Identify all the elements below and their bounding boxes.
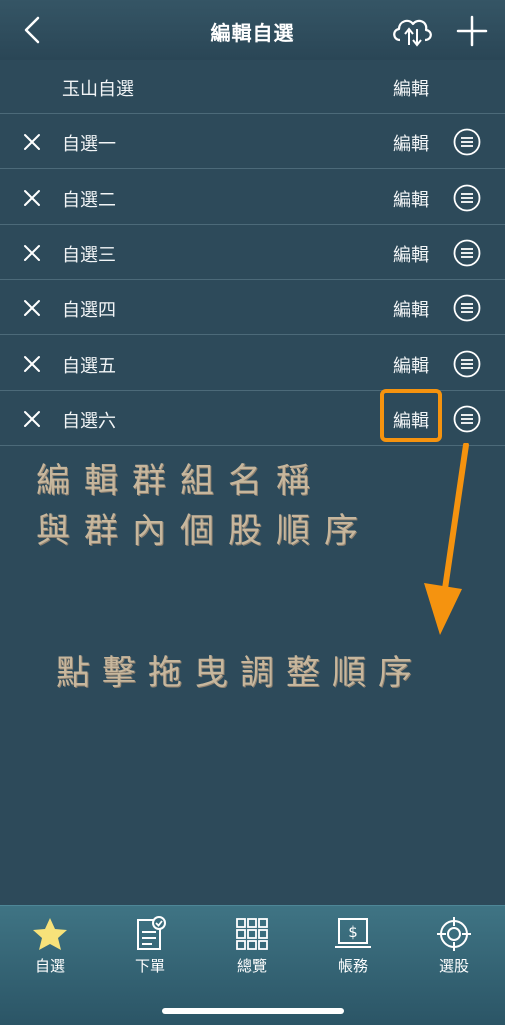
tab-label: 帳務 bbox=[337, 957, 368, 975]
list-name: 自選三 bbox=[62, 244, 116, 266]
delete-icon[interactable] bbox=[22, 354, 42, 374]
edit-button[interactable]: 編輯 bbox=[393, 352, 429, 378]
edit-button[interactable]: 編輯 bbox=[393, 186, 429, 212]
list-name: 自選六 bbox=[62, 410, 116, 432]
annotation-drag-order: 點擊拖曳調整順序 bbox=[56, 653, 424, 693]
edit-button[interactable]: 編輯 bbox=[393, 407, 429, 433]
delete-icon[interactable] bbox=[22, 243, 42, 263]
tab-overview[interactable]: 總覽 bbox=[212, 916, 292, 976]
tab-screener[interactable]: 選股 bbox=[414, 916, 494, 976]
order-icon bbox=[137, 916, 166, 950]
tab-label: 選股 bbox=[438, 957, 469, 975]
list-name: 玉山自選 bbox=[62, 79, 134, 100]
delete-icon[interactable] bbox=[22, 188, 42, 208]
annotation-edit-group: 編輯群組名稱 bbox=[36, 461, 324, 501]
account-icon: $ bbox=[335, 918, 371, 948]
edit-button[interactable]: 編輯 bbox=[393, 130, 429, 156]
edit-button[interactable]: 編輯 bbox=[393, 75, 429, 101]
tab-watchlist[interactable]: 自選 bbox=[10, 916, 90, 976]
list-name: 自選五 bbox=[62, 355, 116, 377]
list-name: 自選一 bbox=[62, 134, 116, 156]
grid-icon bbox=[236, 918, 268, 950]
annotation-group-order: 與群內個股順序 bbox=[36, 511, 372, 551]
tab-order[interactable]: 下單 bbox=[110, 916, 190, 976]
drag-handle-icon[interactable] bbox=[453, 239, 481, 267]
target-icon bbox=[437, 917, 471, 951]
drag-handle-icon[interactable] bbox=[453, 350, 481, 378]
tab-label: 自選 bbox=[34, 957, 65, 975]
list-item: 自選一 編輯 bbox=[0, 114, 505, 170]
list-item: 自選四 編輯 bbox=[0, 280, 505, 336]
home-indicator bbox=[162, 1008, 344, 1014]
cloud-sync-icon[interactable] bbox=[390, 12, 434, 48]
delete-icon[interactable] bbox=[22, 409, 42, 429]
list-item: 自選二 編輯 bbox=[0, 170, 505, 225]
tab-label: 下單 bbox=[134, 957, 165, 975]
edit-button[interactable]: 編輯 bbox=[393, 241, 429, 267]
drag-handle-icon[interactable] bbox=[453, 405, 481, 433]
header-bar: 編輯自選 bbox=[0, 0, 505, 60]
drag-handle-icon[interactable] bbox=[453, 128, 481, 156]
tab-account[interactable]: $ 帳務 bbox=[313, 916, 393, 976]
list-item: 自選六 編輯 bbox=[0, 391, 505, 446]
delete-icon[interactable] bbox=[22, 132, 42, 152]
star-icon bbox=[33, 918, 67, 950]
plus-icon[interactable] bbox=[455, 14, 489, 48]
svg-text:$: $ bbox=[348, 923, 358, 941]
list-item: 自選三 編輯 bbox=[0, 225, 505, 280]
list-name: 自選二 bbox=[62, 189, 116, 211]
list-item: 玉山自選 編輯 bbox=[0, 59, 505, 114]
list-item: 自選五 編輯 bbox=[0, 336, 505, 391]
drag-handle-icon[interactable] bbox=[453, 184, 481, 212]
edit-button[interactable]: 編輯 bbox=[393, 296, 429, 322]
bottom-tab-bar: 自選 下單 總覽 $ 帳務 選股 bbox=[0, 905, 505, 1025]
arrow-icon bbox=[424, 443, 469, 635]
delete-icon[interactable] bbox=[22, 298, 42, 318]
list-name: 自選四 bbox=[62, 300, 116, 322]
drag-handle-icon[interactable] bbox=[453, 294, 481, 322]
tab-label: 總覽 bbox=[236, 957, 267, 975]
